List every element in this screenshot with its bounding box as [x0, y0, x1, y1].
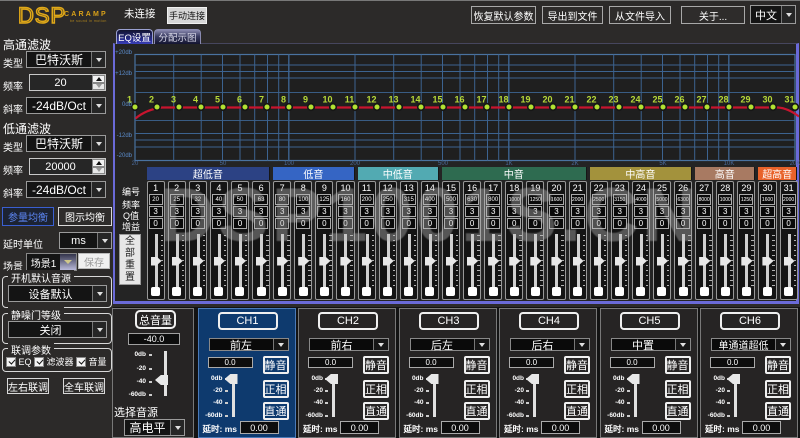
svg-text:22: 22 [586, 95, 596, 105]
svg-text:18: 18 [498, 95, 508, 105]
svg-text:11: 11 [345, 95, 355, 105]
svg-text:20: 20 [542, 95, 552, 105]
svg-text:12: 12 [366, 95, 376, 105]
svg-text:21: 21 [564, 95, 574, 105]
svg-text:15: 15 [432, 95, 442, 105]
svg-text:7: 7 [259, 95, 264, 105]
svg-text:5: 5 [215, 95, 220, 105]
svg-text:23: 23 [608, 95, 618, 105]
svg-text:28: 28 [718, 95, 728, 105]
svg-text:6: 6 [237, 95, 242, 105]
svg-text:30: 30 [762, 95, 772, 105]
svg-text:25: 25 [652, 95, 662, 105]
svg-text:31: 31 [784, 95, 794, 105]
svg-text:26: 26 [674, 95, 684, 105]
svg-text:29: 29 [740, 95, 750, 105]
svg-text:19: 19 [520, 95, 530, 105]
svg-text:17: 17 [476, 95, 486, 105]
svg-text:14: 14 [410, 95, 420, 105]
svg-text:8: 8 [281, 95, 286, 105]
svg-text:13: 13 [388, 95, 398, 105]
svg-text:3: 3 [171, 95, 176, 105]
svg-text:24: 24 [630, 95, 640, 105]
svg-text:2: 2 [149, 95, 154, 105]
svg-text:10: 10 [322, 95, 332, 105]
svg-text:4: 4 [193, 95, 198, 105]
svg-text:16: 16 [454, 95, 464, 105]
svg-text:9: 9 [303, 95, 308, 105]
svg-text:27: 27 [696, 95, 706, 105]
